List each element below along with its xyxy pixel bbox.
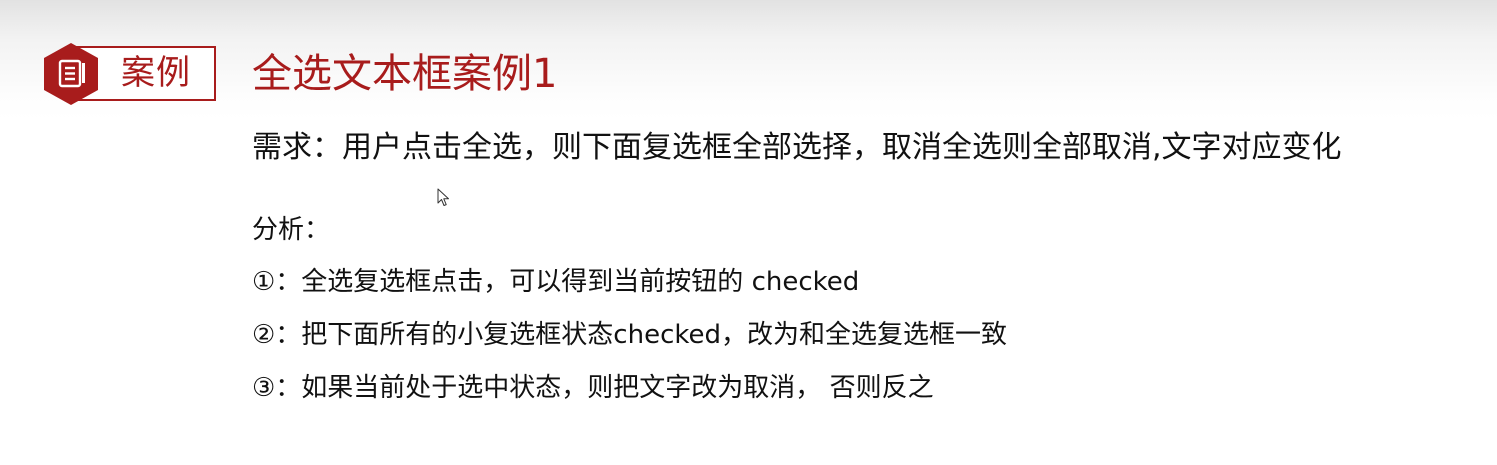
document-icon [44, 43, 98, 105]
analysis-heading: 分析： [252, 215, 331, 245]
requirement-text: 需求：用户点击全选，则下面复选框全部选择，取消全选则全部取消,文字对应变化 [252, 130, 1342, 165]
mouse-pointer-icon [437, 188, 449, 206]
analysis-step-1: ①：全选复选框点击，可以得到当前按钮的 checked [252, 267, 860, 297]
case-badge-label: 案例 [121, 53, 191, 93]
analysis-step-3: ③：如果当前处于选中状态，则把文字改为取消， 否则反之 [252, 373, 934, 403]
analysis-step-2: ②：把下面所有的小复选框状态checked，改为和全选复选框一致 [252, 320, 1008, 350]
case-badge: 案例 [41, 41, 217, 105]
page-title: 全选文本框案例1 [252, 51, 558, 97]
